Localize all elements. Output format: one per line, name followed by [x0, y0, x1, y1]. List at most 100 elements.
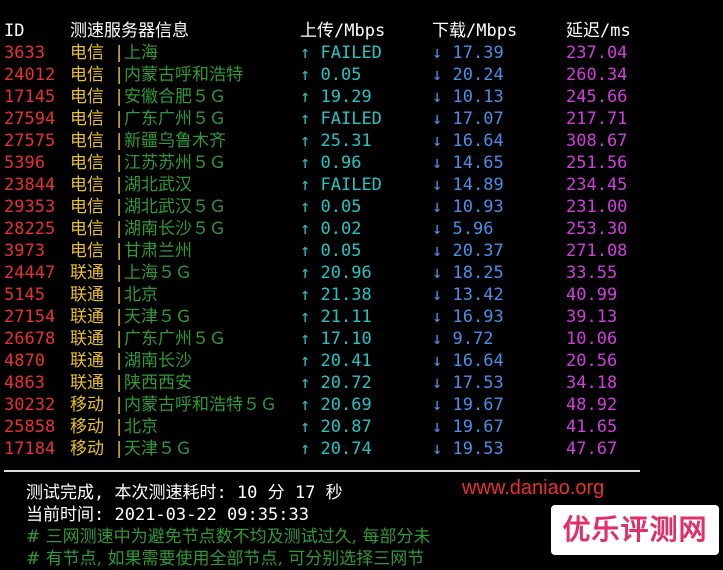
row-isp: 移动	[70, 439, 104, 459]
row-upload: ↑ 0.96	[300, 152, 361, 174]
row-separator: |	[114, 439, 125, 459]
row-separator: |	[114, 153, 125, 173]
note-line-2: # 有节点, 如果需要使用全部节点, 可分别选择三网节	[26, 549, 425, 569]
row-download: ↓ 17.39	[432, 42, 504, 64]
arrow-down-icon: ↓	[432, 241, 443, 261]
row-upload: ↑ 21.38	[300, 284, 372, 306]
row-id: 17145	[4, 87, 56, 107]
row-isp: 联通	[70, 351, 104, 371]
row-isp: 电信	[70, 87, 104, 107]
row-separator: |	[114, 395, 125, 415]
arrow-up-icon: ↑	[300, 307, 311, 327]
upload-value: 0.05	[320, 197, 362, 217]
download-value: 16.64	[452, 351, 504, 371]
row-upload: ↑ 0.05	[300, 196, 361, 218]
row-download: ↓ 14.89	[432, 174, 504, 196]
row-city: 内蒙古呼和浩特	[124, 65, 243, 85]
arrow-down-icon: ↓	[432, 197, 443, 217]
row-id: 23844	[4, 175, 56, 195]
row-id: 28225	[4, 219, 56, 239]
arrow-up-icon: ↑	[300, 153, 311, 173]
row-upload: ↑ 19.29	[300, 86, 372, 108]
row-download: ↓ 17.07	[432, 108, 504, 130]
row-city: 广东广州５Ｇ	[124, 109, 226, 129]
row-upload: ↑ 20.72	[300, 372, 372, 394]
row-download: ↓ 10.93	[432, 196, 504, 218]
row-city: 湖南长沙	[124, 351, 192, 371]
row-isp: 电信	[70, 241, 104, 261]
row-download: ↓ 16.64	[432, 350, 504, 372]
row-download: ↓ 20.24	[432, 64, 504, 86]
row-id: 4870	[4, 351, 45, 371]
row-download: ↓ 14.65	[432, 152, 504, 174]
download-value: 17.39	[452, 43, 504, 63]
row-download: ↓ 20.37	[432, 240, 504, 262]
arrow-down-icon: ↓	[432, 395, 443, 415]
row-latency: 20.56	[566, 351, 618, 371]
row-latency: 40.99	[566, 285, 618, 305]
row-upload: ↑ FAILED	[300, 42, 382, 64]
row-isp: 电信	[70, 131, 104, 151]
row-separator: |	[114, 373, 125, 393]
download-value: 17.53	[452, 373, 504, 393]
row-id: 27154	[4, 307, 56, 327]
download-value: 9.72	[452, 329, 494, 349]
download-value: 16.64	[452, 131, 504, 151]
site-watermark: www.daniao.org	[462, 477, 605, 499]
row-id: 17184	[4, 439, 56, 459]
row-id: 27575	[4, 131, 56, 151]
row-city: 新疆乌鲁木齐	[124, 131, 226, 151]
row-upload: ↑ FAILED	[300, 174, 382, 196]
upload-value: FAILED	[320, 43, 382, 63]
upload-value: 20.96	[320, 263, 372, 283]
row-upload: ↑ 0.02	[300, 218, 361, 240]
row-download: ↓ 9.72	[432, 328, 493, 350]
row-separator: |	[114, 131, 125, 151]
row-download: ↓ 10.13	[432, 86, 504, 108]
row-city: 天津５Ｇ	[124, 307, 192, 327]
arrow-down-icon: ↓	[432, 153, 443, 173]
arrow-down-icon: ↓	[432, 307, 443, 327]
row-upload: ↑ 0.05	[300, 64, 361, 86]
row-id: 24012	[4, 65, 56, 85]
row-upload: ↑ FAILED	[300, 108, 382, 130]
arrow-up-icon: ↑	[300, 285, 311, 305]
row-download: ↓ 16.93	[432, 306, 504, 328]
header-node-info: 测速服务器信息	[70, 21, 189, 41]
row-id: 27594	[4, 109, 56, 129]
row-download: ↓ 17.53	[432, 372, 504, 394]
download-value: 14.65	[452, 153, 504, 173]
row-latency: 48.92	[566, 395, 618, 415]
upload-value: 0.05	[320, 241, 362, 261]
row-separator: |	[114, 417, 125, 437]
download-value: 17.07	[452, 109, 504, 129]
row-city: 上海５Ｇ	[124, 263, 192, 283]
row-latency: 33.55	[566, 263, 618, 283]
arrow-up-icon: ↑	[300, 43, 311, 63]
arrow-up-icon: ↑	[300, 65, 311, 85]
arrow-up-icon: ↑	[300, 373, 311, 393]
row-upload: ↑ 0.05	[300, 240, 361, 262]
upload-value: 0.02	[320, 219, 362, 239]
row-id: 25858	[4, 417, 56, 437]
summary-duration: 测试完成, 本次测速耗时: 10 分 17 秒	[26, 483, 343, 503]
row-download: ↓ 16.64	[432, 130, 504, 152]
row-id: 24447	[4, 263, 56, 283]
row-upload: ↑ 21.11	[300, 306, 372, 328]
arrow-up-icon: ↑	[300, 109, 311, 129]
row-latency: 260.34	[566, 65, 628, 85]
row-latency: 308.67	[566, 131, 628, 151]
row-isp: 电信	[70, 109, 104, 129]
row-isp: 联通	[70, 285, 104, 305]
row-latency: 245.66	[566, 87, 628, 107]
download-value: 16.93	[452, 307, 504, 327]
row-city: 湖北武汉	[124, 175, 192, 195]
arrow-down-icon: ↓	[432, 109, 443, 129]
row-upload: ↑ 17.10	[300, 328, 372, 350]
arrow-up-icon: ↑	[300, 351, 311, 371]
arrow-up-icon: ↑	[300, 395, 311, 415]
row-upload: ↑ 20.74	[300, 438, 372, 460]
row-isp: 联通	[70, 373, 104, 393]
row-latency: 251.56	[566, 153, 628, 173]
row-isp: 电信	[70, 175, 104, 195]
